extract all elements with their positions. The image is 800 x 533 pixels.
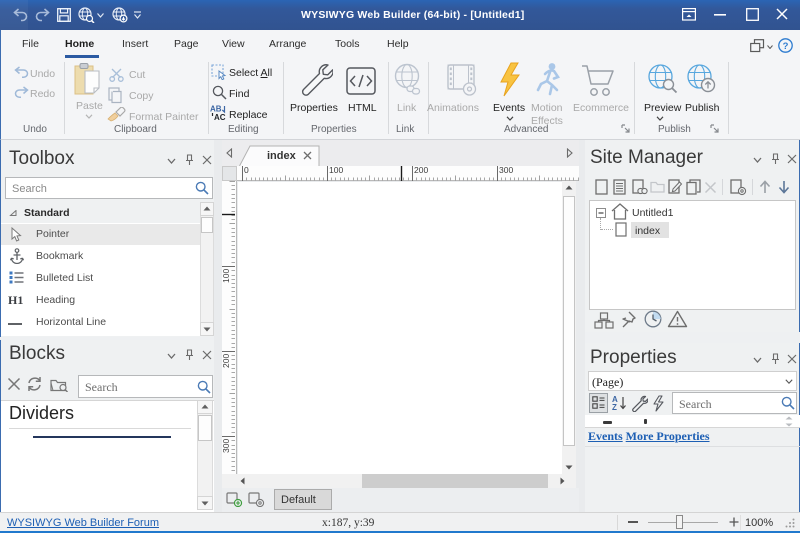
svg-text:200: 200 (222, 354, 231, 368)
svg-text:100: 100 (222, 269, 231, 283)
svg-text:100: 100 (329, 166, 343, 175)
svg-text:300: 300 (222, 439, 231, 453)
svg-text:300: 300 (499, 166, 513, 175)
svg-text:AC: AC (214, 113, 226, 121)
svg-text:0: 0 (244, 166, 249, 175)
svg-text:Z: Z (612, 403, 617, 411)
svg-text:?: ? (783, 41, 789, 52)
svg-text:200: 200 (414, 166, 428, 175)
